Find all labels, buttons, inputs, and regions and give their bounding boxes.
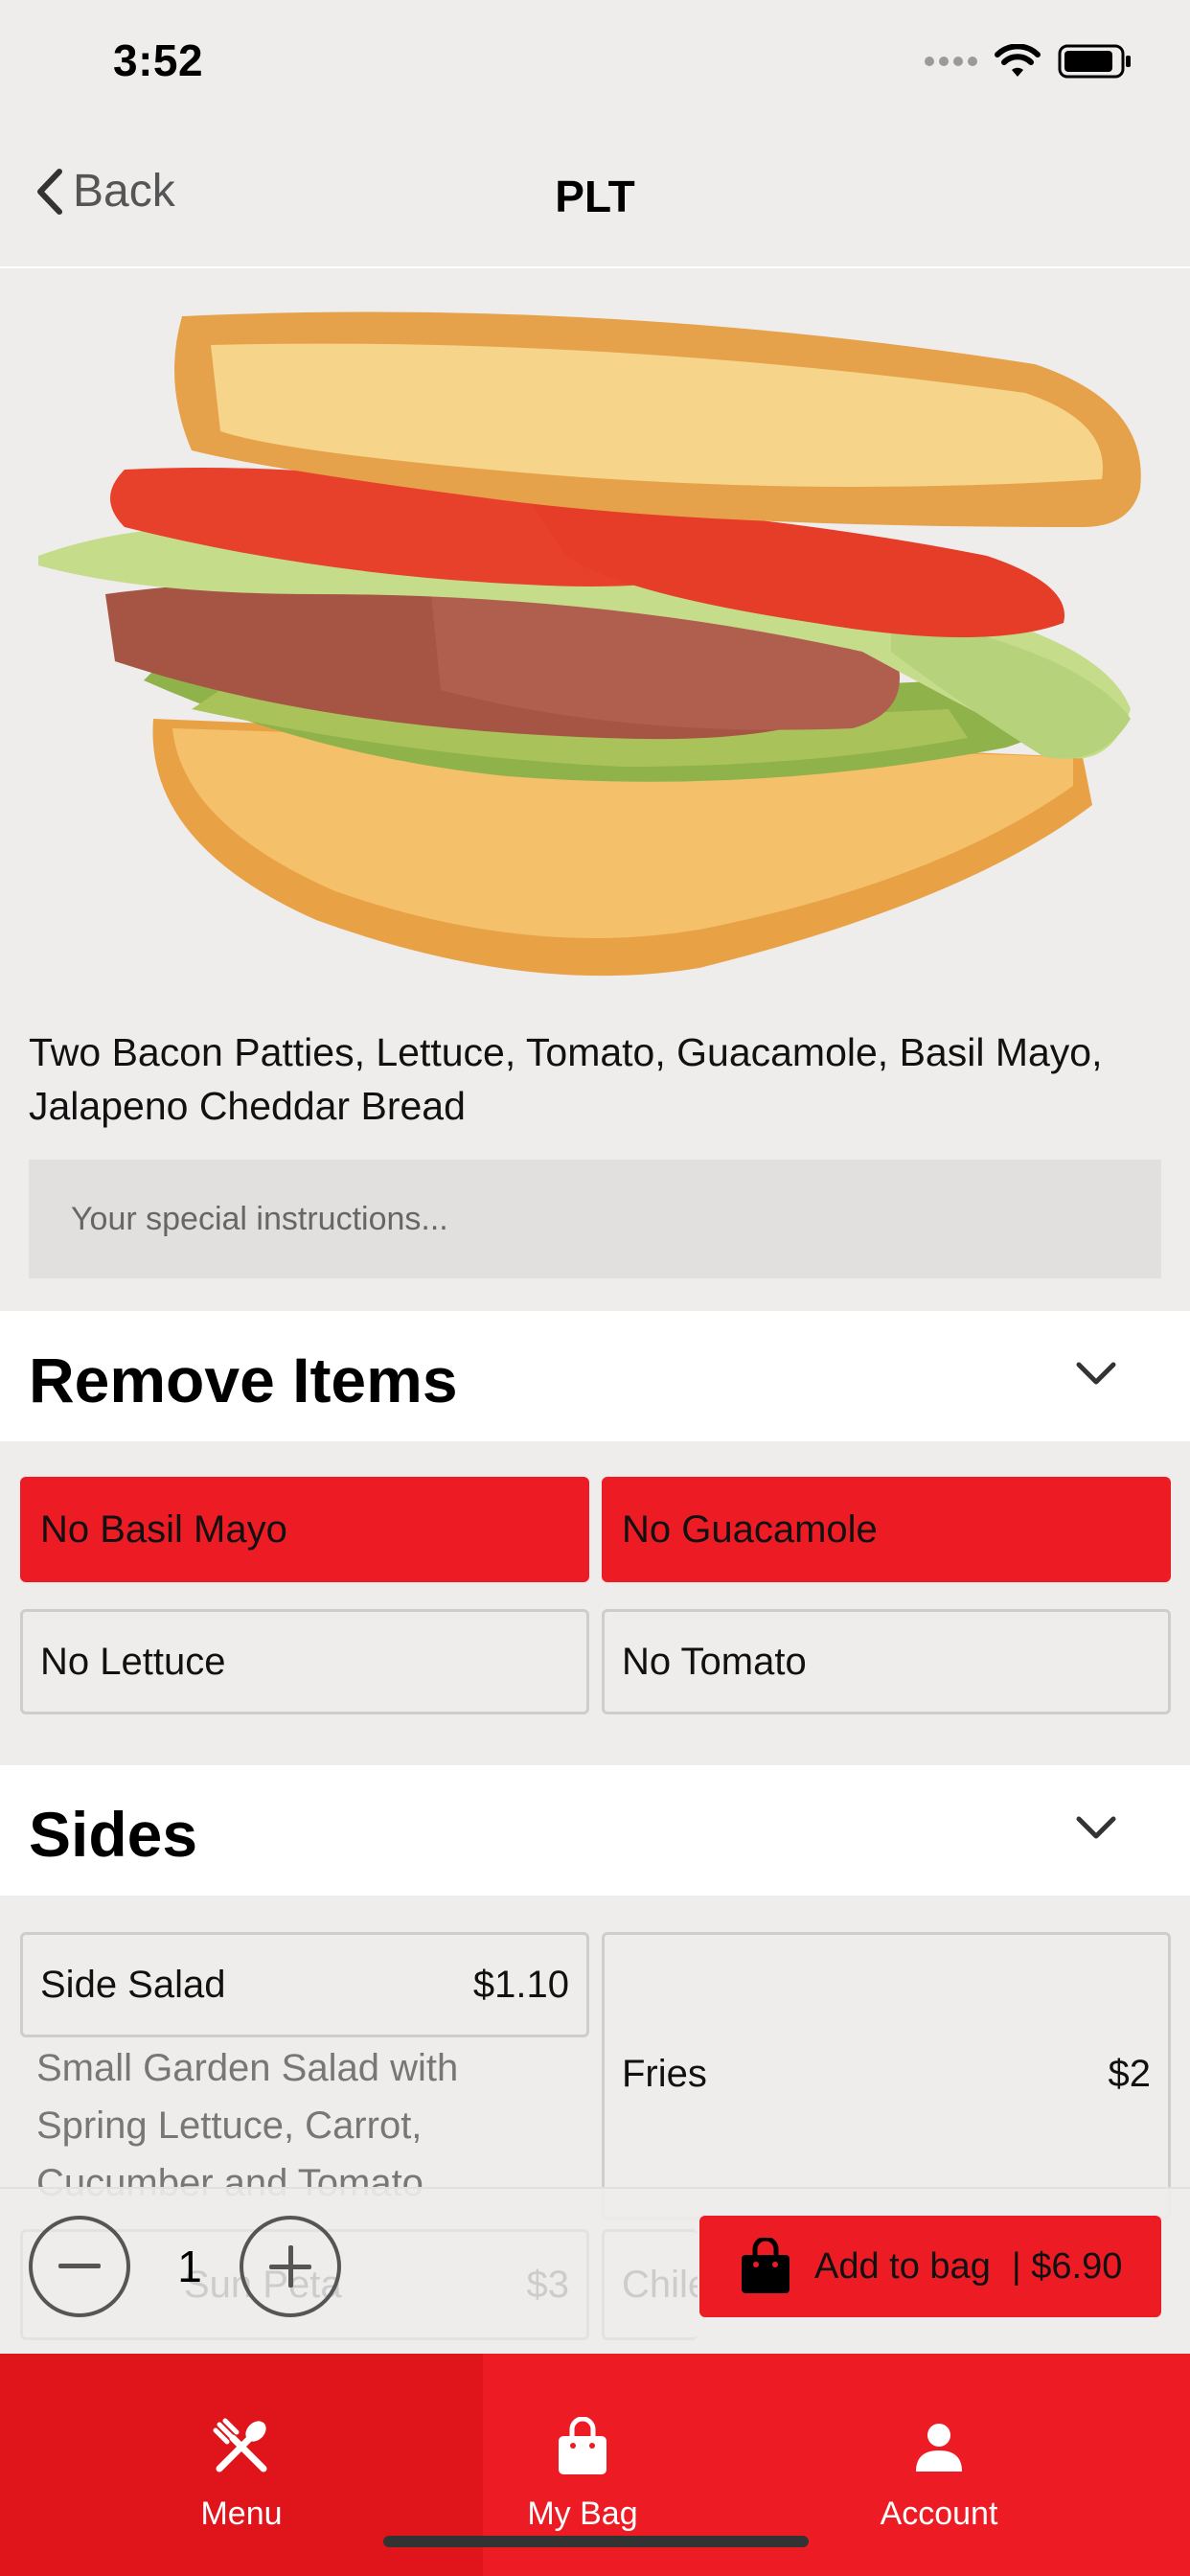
side-option-salad[interactable]: Side Salad $1.10 [20,1932,589,2037]
fork-spoon-icon [213,2418,267,2472]
sides-title: Sides [29,1799,198,1870]
tab-label: My Bag [527,2496,638,2532]
page-title: PLT [555,172,635,221]
tab-account[interactable]: Account [843,2354,1035,2576]
remove-option-tomato[interactable]: No Tomato [602,1609,1171,1714]
status-icons [925,44,1133,79]
side-name: Chile [622,2263,698,2306]
bag-icon [742,2238,790,2293]
side-price: $1.10 [472,1963,569,2006]
nav-divider [0,266,1190,268]
side-description: Small Garden Salad with Spring Lettuce, … [36,2047,459,2204]
tab-label: Menu [200,2496,283,2532]
wifi-icon [995,44,1041,77]
person-icon [916,2424,962,2472]
sandwich-image [38,311,1141,977]
status-time: 3:52 [113,35,204,85]
remove-option-label: No Tomato [622,1640,807,1683]
remove-option-guacamole[interactable]: No Guacamole [602,1477,1171,1582]
home-indicator [383,2536,809,2547]
signal-icon [925,57,977,66]
remove-option-lettuce[interactable]: No Lettuce [20,1609,589,1714]
sides-header[interactable]: Sides [0,1765,1190,1896]
add-to-bag-price: | $6.90 [1011,2245,1123,2287]
side-price: $2 [1108,2052,1152,2095]
remove-option-label: No Guacamole [622,1507,878,1551]
side-option-chile[interactable]: Chile [602,2229,698,2340]
special-instructions-input[interactable] [29,1160,1161,1278]
bag-icon [559,2417,606,2474]
add-to-bag-label: Add to bag [814,2245,991,2287]
remove-option-basil-mayo[interactable]: No Basil Mayo [20,1477,589,1582]
remove-option-label: No Lettuce [40,1640,226,1683]
battery-icon [1058,44,1131,79]
plus-icon [269,2245,311,2288]
remove-items-header[interactable]: Remove Items [0,1311,1190,1441]
side-price: $3 [526,2263,570,2306]
chevron-down-icon [1076,1816,1116,1839]
minus-icon [58,2264,101,2268]
side-name: Side Salad [40,1963,226,2006]
remove-option-label: No Basil Mayo [40,1507,287,1551]
remove-items-title: Remove Items [29,1345,458,1415]
side-option-fries[interactable]: Fries $2 [602,1932,1171,2220]
chevron-down-icon [1076,1362,1116,1385]
decrease-quantity-button[interactable] [29,2216,130,2317]
quantity-value: 1 [177,2242,202,2291]
increase-quantity-button[interactable] [240,2216,341,2317]
side-name: Fries [622,2052,707,2095]
item-description: Two Bacon Patties, Lettuce, Tomato, Guac… [29,1030,1103,1128]
add-to-bag-button[interactable]: Add to bag | $6.90 [699,2216,1161,2317]
tab-label: Account [880,2496,998,2532]
